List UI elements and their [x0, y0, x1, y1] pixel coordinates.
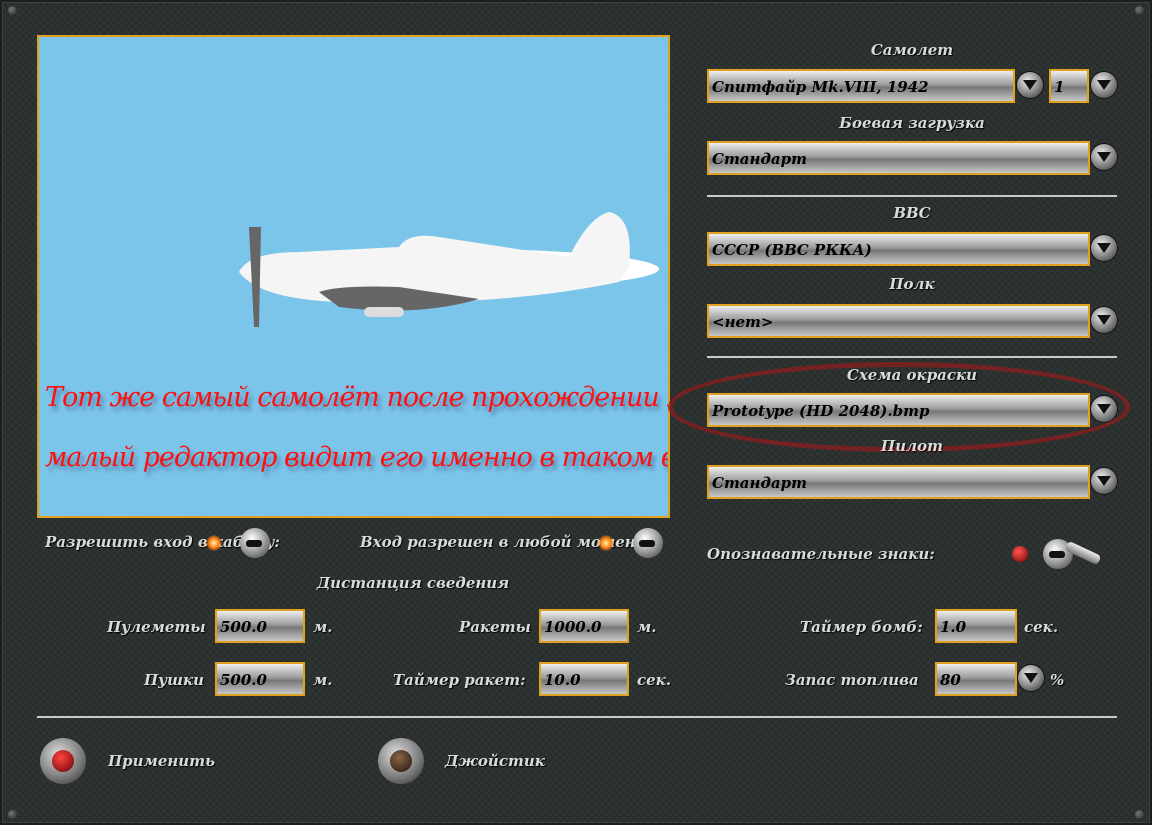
annotation-line-1: Тот же самый самолёт после прохождении м…	[45, 382, 668, 413]
rockets-label: Ракеты	[459, 618, 531, 636]
pilot-select[interactable]: Стандарт	[707, 465, 1090, 499]
dark-button-icon	[390, 750, 412, 772]
apply-button[interactable]	[40, 738, 86, 784]
cannon-label: Пушки	[144, 671, 205, 689]
markings-label: Опознавательные знаки:	[707, 545, 935, 563]
allow-entry-led-icon	[206, 535, 222, 551]
screw-icon	[1135, 6, 1144, 15]
rockets-input[interactable]: 1000.0	[539, 609, 629, 643]
mg-unit: м.	[313, 618, 333, 636]
convergence-title: Дистанция сведения	[316, 574, 510, 592]
bomb-timer-input[interactable]: 1.0	[935, 609, 1017, 643]
fuel-select[interactable]: 80	[935, 662, 1017, 696]
red-button-icon	[52, 750, 74, 772]
regiment-dropdown-icon[interactable]	[1091, 307, 1117, 333]
screw-icon	[8, 6, 17, 15]
airforce-label: ВВС	[893, 204, 931, 222]
screw-icon	[1135, 810, 1144, 819]
mg-input[interactable]: 500.0	[215, 609, 305, 643]
fuel-unit: %	[1050, 671, 1065, 689]
airforce-select[interactable]: СССР (ВВС РККА)	[707, 232, 1090, 266]
loadout-label: Боевая загрузка	[839, 114, 985, 132]
joystick-button[interactable]	[378, 738, 424, 784]
entry-any-led-icon	[598, 535, 614, 551]
apply-label[interactable]: Применить	[108, 752, 215, 770]
loadout-dropdown-icon[interactable]	[1091, 144, 1117, 170]
rockets-unit: м.	[637, 618, 657, 636]
aircraft-dropdown-icon[interactable]	[1017, 72, 1043, 98]
airforce-dropdown-icon[interactable]	[1091, 235, 1117, 261]
aircraft-select[interactable]: Спитфайр Mk.VIII, 1942	[707, 69, 1015, 103]
rocket-timer-label: Таймер ракет:	[393, 671, 526, 689]
pilot-label: Пилот	[881, 437, 943, 455]
regiment-label: Полк	[889, 275, 935, 293]
divider	[707, 356, 1117, 358]
aircraft-label: Самолет	[870, 41, 954, 59]
fuel-dropdown-icon[interactable]	[1018, 665, 1044, 691]
markings-led-icon	[1012, 546, 1028, 562]
bomb-timer-unit: сек.	[1024, 618, 1059, 636]
rocket-timer-input[interactable]: 10.0	[539, 662, 629, 696]
divider	[37, 716, 1117, 718]
bomb-timer-label: Таймер бомб:	[800, 618, 923, 636]
pilot-dropdown-icon[interactable]	[1091, 468, 1117, 494]
annotation-line-2: малый редактор видит его именно в таком …	[45, 442, 670, 473]
screw-icon	[8, 810, 17, 819]
allow-entry-toggle[interactable]	[240, 528, 270, 558]
loadout-select[interactable]: Стандарт	[707, 141, 1090, 175]
aircraft-count-select[interactable]: 1	[1049, 69, 1089, 103]
aircraft-preview: Тот же самый самолёт после прохождении м…	[37, 35, 670, 518]
entry-any-toggle[interactable]	[633, 528, 663, 558]
joystick-label[interactable]: Джойстик	[445, 752, 545, 770]
rocket-timer-unit: сек.	[637, 671, 672, 689]
count-dropdown-icon[interactable]	[1091, 72, 1117, 98]
cannon-unit: м.	[313, 671, 333, 689]
divider	[707, 195, 1117, 197]
regiment-select[interactable]: <нет>	[707, 304, 1090, 338]
mg-label: Пулеметы	[107, 618, 206, 636]
fuel-label: Запас топлива	[785, 671, 919, 689]
cannon-input[interactable]: 500.0	[215, 662, 305, 696]
